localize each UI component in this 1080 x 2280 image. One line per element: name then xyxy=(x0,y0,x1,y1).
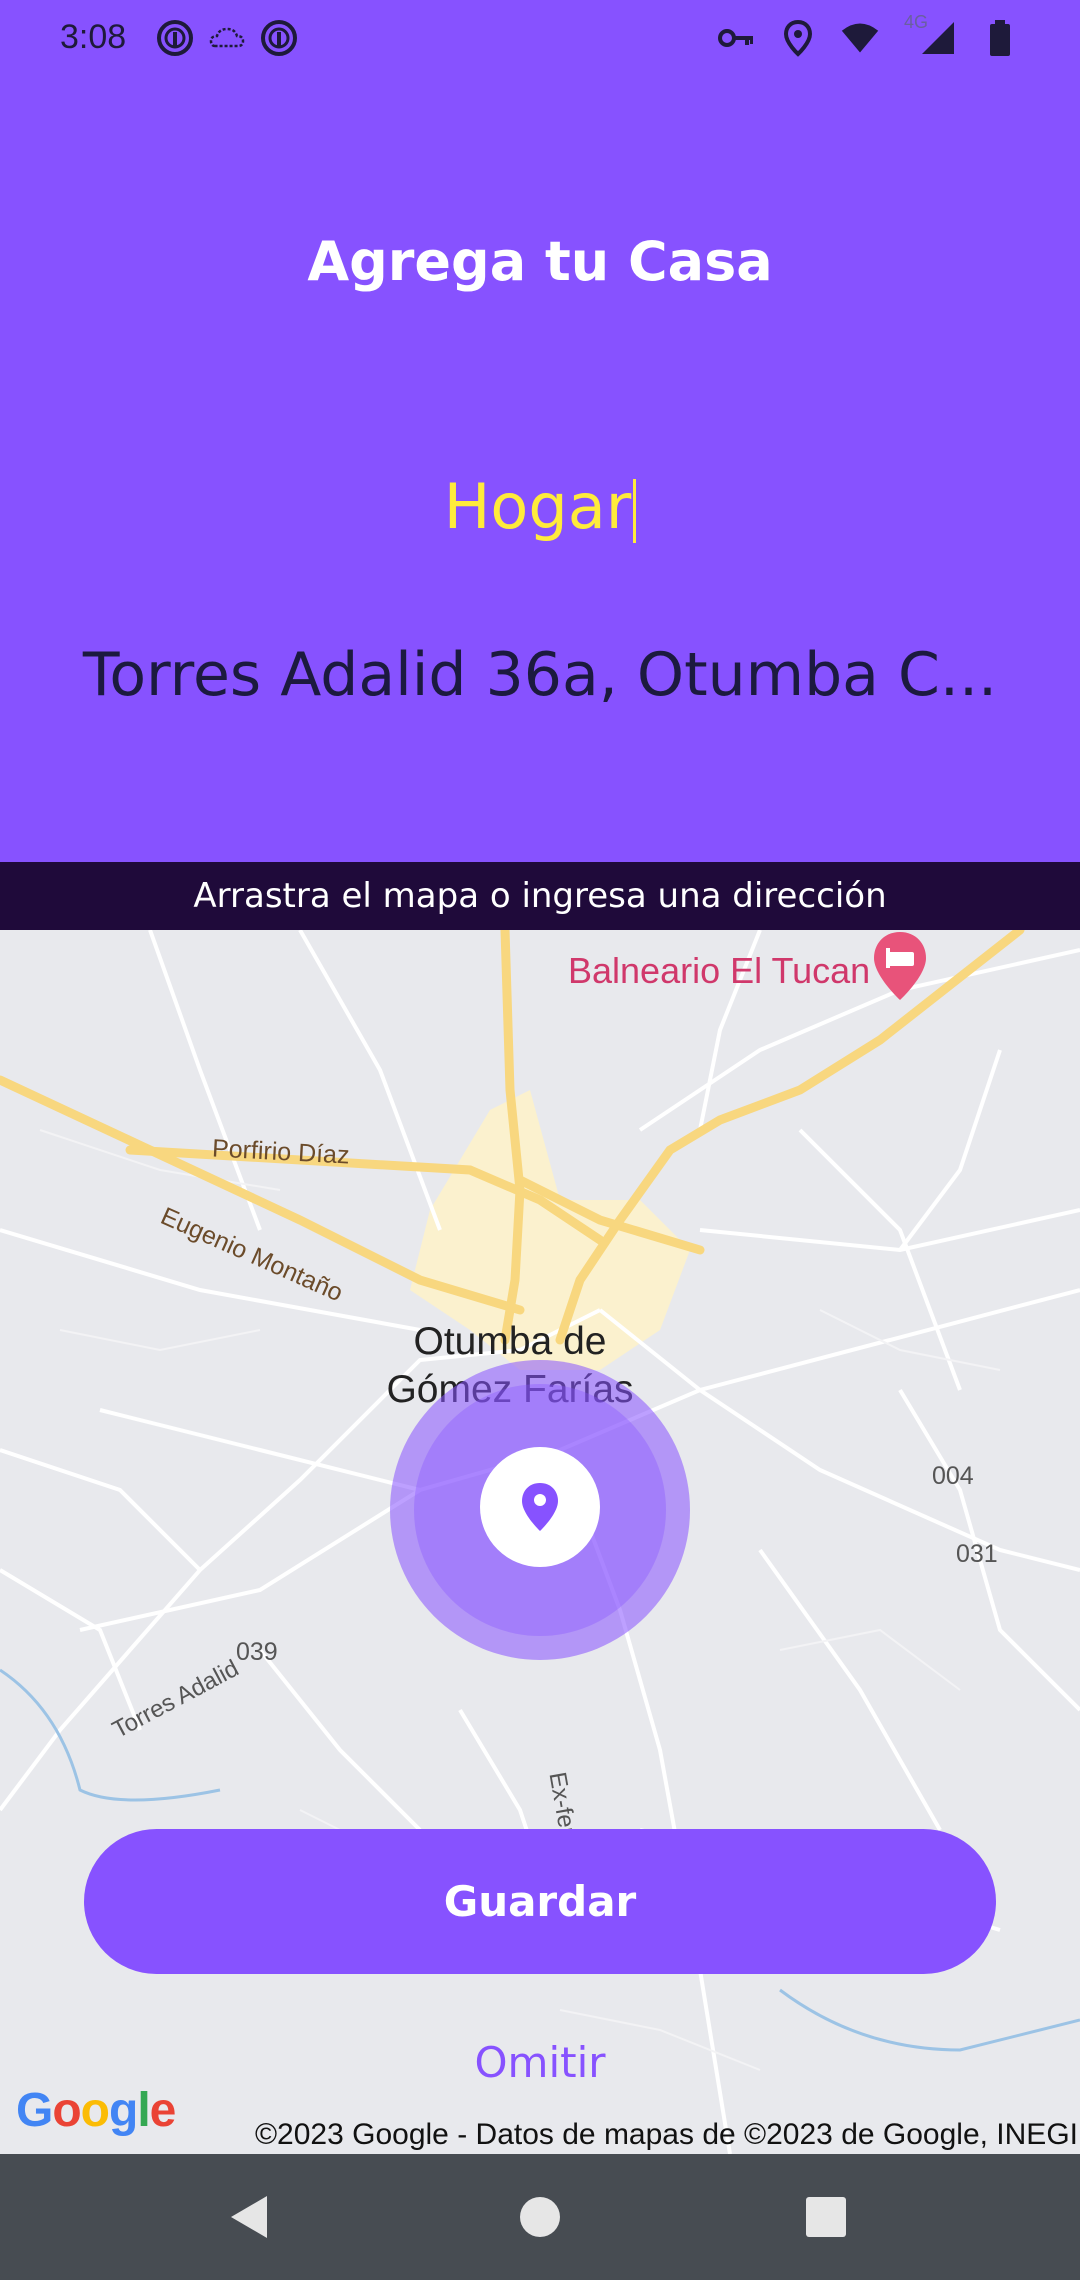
poi-label: Balneario El Tucan xyxy=(568,950,871,991)
status-time: 3:08 xyxy=(60,18,127,56)
map-number-label: 039 xyxy=(236,1638,278,1666)
system-icons: 4G xyxy=(716,12,1020,58)
google-logo: Google xyxy=(16,2084,176,2137)
page-title: Agrega tu Casa xyxy=(307,230,773,293)
home-icon xyxy=(520,2197,560,2237)
map-attribution[interactable]: ©2023 Google - Datos de mapas de ©2023 d… xyxy=(255,2118,1078,2152)
text-cursor xyxy=(633,478,637,543)
location-icon xyxy=(778,18,818,58)
location-pin-icon xyxy=(522,1483,558,1531)
notification-icons xyxy=(155,18,299,58)
address-field[interactable]: Torres Adalid 36a, Otumba C... xyxy=(70,640,1010,710)
status-bar: 3:08 4G xyxy=(0,0,1080,80)
skip-link[interactable]: Omitir xyxy=(0,2038,1080,2087)
map-number-label: 031 xyxy=(956,1540,998,1568)
recents-button[interactable] xyxy=(793,2184,859,2250)
signal-icon: 4G xyxy=(902,12,958,58)
back-icon xyxy=(231,2196,267,2238)
recents-icon xyxy=(806,2197,846,2237)
map-number-label: 004 xyxy=(932,1462,974,1490)
place-name-value: Hogar xyxy=(443,470,632,543)
wifi-icon xyxy=(840,18,880,58)
app-notification-icon xyxy=(155,18,195,58)
battery-icon xyxy=(980,18,1020,58)
back-button[interactable] xyxy=(216,2184,282,2250)
location-pin[interactable] xyxy=(480,1447,600,1567)
navigation-bar xyxy=(0,2154,1080,2280)
place-name-input[interactable]: Hogar xyxy=(0,470,1080,543)
vpn-key-icon xyxy=(716,18,756,58)
hotel-marker-icon[interactable] xyxy=(872,930,928,1002)
home-button[interactable] xyxy=(507,2184,573,2250)
save-button[interactable]: Guardar xyxy=(84,1829,996,1974)
city-label-line1: Otumba de xyxy=(413,1320,607,1363)
app-notification-icon xyxy=(259,18,299,58)
cloud-icon xyxy=(207,18,247,58)
map-hint-bar: Arrastra el mapa o ingresa una dirección xyxy=(0,862,1080,930)
